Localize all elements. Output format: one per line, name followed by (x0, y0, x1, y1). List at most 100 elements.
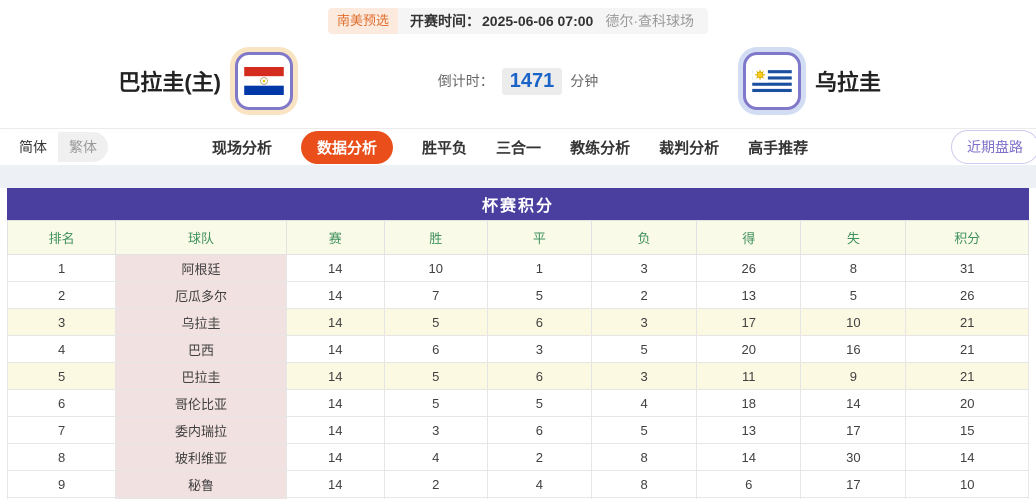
cell-gf: 6 (696, 470, 802, 498)
cell-pts: 21 (905, 335, 1029, 363)
cell-team: 哥伦比亚 (115, 389, 287, 417)
kickoff-time: 2025-06-06 07:00 (482, 13, 594, 29)
cell-played: 14 (285, 389, 385, 417)
column-header: 球队 (115, 220, 287, 255)
cell-ga: 8 (800, 254, 907, 282)
nav-tab-2[interactable]: 胜平负 (422, 137, 467, 158)
cell-win: 4 (383, 443, 488, 471)
cell-rank: 6 (6, 389, 117, 417)
cell-win: 5 (383, 308, 488, 336)
nav-tab-0[interactable]: 现场分析 (212, 137, 272, 158)
cell-ga: 17 (800, 470, 907, 498)
standings-row: 1 阿根廷 14 10 1 3 26 8 31 (6, 254, 1029, 282)
cell-gf: 26 (696, 254, 802, 282)
standings-row: 8 玻利维亚 14 4 2 8 14 30 14 (6, 443, 1029, 471)
cell-rank: 4 (6, 335, 117, 363)
paraguay-flag-icon (235, 52, 293, 110)
cell-draw: 3 (486, 335, 592, 363)
kickoff-label: 开赛时间： (410, 13, 481, 29)
cell-rank: 8 (6, 443, 117, 471)
cell-draw: 5 (486, 389, 592, 417)
cell-gf: 14 (696, 443, 802, 471)
cell-gf: 18 (696, 389, 802, 417)
column-header: 失 (800, 220, 907, 255)
section-divider (0, 165, 1036, 188)
standings-header-row: 排名 球队赛胜平负得失积分 (6, 220, 1029, 255)
cell-ga: 16 (800, 335, 907, 363)
nav-tab-6[interactable]: 高手推荐 (748, 137, 808, 158)
cell-loss: 2 (590, 281, 698, 309)
cell-loss: 3 (590, 308, 698, 336)
standings-row: 3 乌拉圭 14 5 6 3 17 10 21 (6, 308, 1029, 336)
home-team-zone: 巴拉圭(主) (0, 52, 413, 110)
cell-draw: 5 (486, 281, 592, 309)
away-team-name: 乌拉圭 (815, 70, 882, 95)
cell-loss: 3 (590, 362, 698, 390)
venue-name: 德尔·查科球场 (605, 13, 694, 29)
column-header: 胜 (383, 220, 488, 255)
teams-row: 巴拉圭(主) 倒计时： 1471 分钟 乌拉圭 (0, 34, 1036, 128)
cell-team: 乌拉圭 (115, 308, 287, 336)
cell-team: 秘鲁 (115, 470, 287, 498)
cell-draw: 6 (486, 416, 592, 444)
cell-win: 5 (383, 362, 488, 390)
nav-tabs: 现场分析 数据分析 胜平负 三合一 教练分析 裁判分析 高手推荐 (212, 130, 808, 164)
cell-team: 厄瓜多尔 (115, 281, 287, 309)
cell-gf: 11 (696, 362, 802, 390)
cell-win: 3 (383, 416, 488, 444)
cell-pts: 26 (905, 281, 1029, 309)
cell-rank: 9 (6, 470, 117, 498)
nav-tab-4[interactable]: 教练分析 (570, 137, 630, 158)
cell-played: 14 (285, 308, 385, 336)
lang-simplified-button[interactable]: 简体 (8, 132, 58, 162)
cell-team: 巴拉圭 (115, 362, 287, 390)
countdown-value: 1471 (501, 67, 563, 95)
cell-pts: 14 (905, 443, 1029, 471)
standings-row: 7 委内瑞拉 14 3 6 5 13 17 15 (6, 416, 1029, 444)
cell-pts: 31 (905, 254, 1029, 282)
cell-loss: 3 (590, 254, 698, 282)
cell-draw: 6 (486, 362, 592, 390)
cell-rank: 1 (6, 254, 117, 282)
away-team-zone: 乌拉圭 (623, 52, 1036, 110)
nav-tab-1[interactable]: 数据分析 (301, 130, 394, 164)
cell-win: 10 (383, 254, 488, 282)
cell-pts: 20 (905, 389, 1029, 417)
cell-ga: 10 (800, 308, 907, 336)
standings-row: 6 哥伦比亚 14 5 5 4 18 14 20 (6, 389, 1029, 417)
standings-row: 9 秘鲁 14 2 4 8 6 17 10 (6, 470, 1029, 498)
lang-traditional-button[interactable]: 繁体 (58, 132, 108, 162)
nav-tab-5[interactable]: 裁判分析 (659, 137, 719, 158)
cell-loss: 5 (590, 416, 698, 444)
cell-team: 委内瑞拉 (115, 416, 287, 444)
column-header: 得 (696, 220, 802, 255)
cell-team: 阿根廷 (115, 254, 287, 282)
cell-ga: 9 (800, 362, 907, 390)
cell-loss: 4 (590, 389, 698, 417)
cell-gf: 13 (696, 281, 802, 309)
cell-ga: 14 (800, 389, 907, 417)
cell-loss: 8 (590, 443, 698, 471)
cell-win: 5 (383, 389, 488, 417)
cell-rank: 5 (6, 362, 117, 390)
cell-draw: 1 (486, 254, 592, 282)
nav-tab-3[interactable]: 三合一 (496, 137, 541, 158)
cell-played: 14 (285, 470, 385, 498)
cell-loss: 5 (590, 335, 698, 363)
standings-row: 4 巴西 14 6 3 5 20 16 21 (6, 335, 1029, 363)
cell-played: 14 (285, 362, 385, 390)
cell-rank: 2 (6, 281, 117, 309)
column-header: 赛 (285, 220, 385, 255)
cell-draw: 4 (486, 470, 592, 498)
countdown-label: 倒计时： (437, 73, 494, 89)
cell-played: 14 (285, 416, 385, 444)
league-badge[interactable]: 南美预选 (328, 8, 399, 34)
cell-team: 玻利维亚 (115, 443, 287, 471)
recent-handicap-button[interactable]: 近期盘路 (951, 130, 1036, 164)
cell-win: 2 (383, 470, 488, 498)
column-header: 排名 (6, 220, 117, 255)
cell-ga: 5 (800, 281, 907, 309)
cell-gf: 13 (696, 416, 802, 444)
cell-loss: 8 (590, 470, 698, 498)
cell-draw: 2 (486, 443, 592, 471)
